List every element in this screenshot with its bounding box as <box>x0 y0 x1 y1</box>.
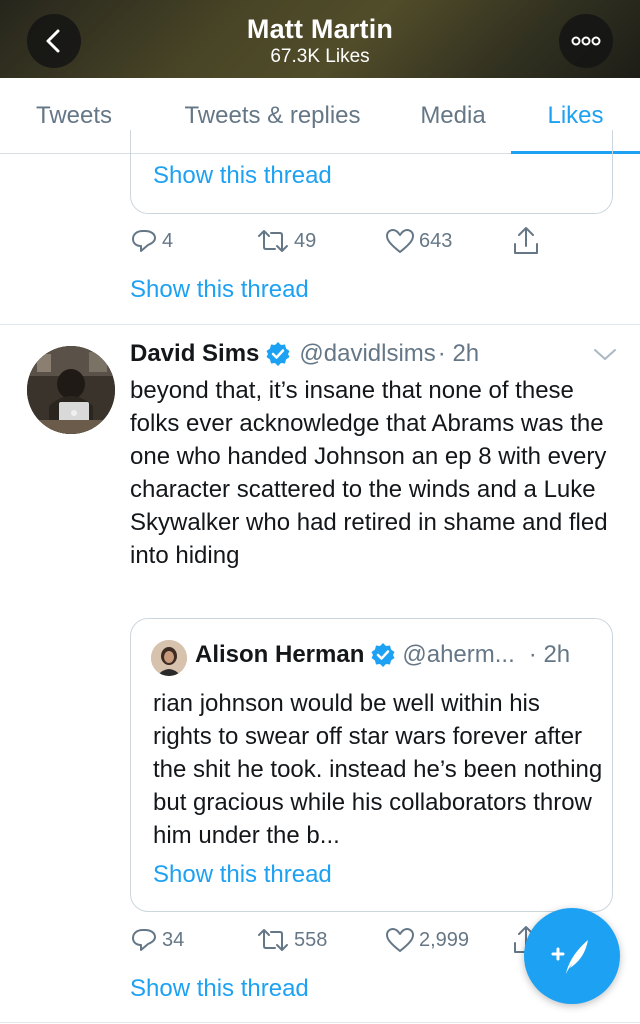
show-thread-link[interactable]: Show this thread <box>130 276 309 304</box>
reply-icon <box>132 230 156 252</box>
retweet-icon <box>258 929 288 951</box>
more-icon <box>571 36 601 46</box>
quote-author-name: Alison Herman <box>195 641 365 668</box>
quote-avatar-photo <box>151 640 187 676</box>
like-button[interactable]: 643 <box>385 228 452 254</box>
reply-count: 34 <box>162 928 185 951</box>
retweet-button[interactable]: 558 <box>256 927 327 953</box>
more-button[interactable] <box>559 14 613 68</box>
like-icon <box>386 229 414 253</box>
tweet-text: beyond that, it’s insane that none of th… <box>130 377 608 569</box>
compose-tweet-button[interactable] <box>524 908 620 1004</box>
quote-show-thread-link[interactable]: Show this thread <box>153 162 332 190</box>
quote-author-handle: @aherm... <box>402 641 515 668</box>
quote-show-thread-link[interactable]: Show this thread <box>153 861 332 889</box>
quote-text: rian johnson would be well within his ri… <box>153 690 603 849</box>
show-thread-link[interactable]: Show this thread <box>130 975 309 1003</box>
reply-button[interactable]: 34 <box>130 927 184 953</box>
reply-icon <box>132 929 156 951</box>
tab-tweets[interactable]: Tweets <box>0 78 148 154</box>
quoted-tweet-card[interactable]: Alison Herman @aherm... · 2h rian johnso… <box>130 618 613 912</box>
profile-name: Matt Martin <box>246 14 394 44</box>
share-icon <box>514 227 538 254</box>
profile-header: Matt Martin 67.3K Likes <box>0 0 640 78</box>
like-icon <box>386 928 414 952</box>
tweet-time: · 2h <box>437 340 480 367</box>
quote-time: · 2h <box>528 641 571 668</box>
retweet-count: 558 <box>294 928 328 951</box>
compose-icon <box>551 940 588 974</box>
like-count: 643 <box>419 229 453 252</box>
avatar[interactable] <box>27 346 115 434</box>
quote-header: Alison Herman @aherm... · 2h <box>195 641 570 669</box>
tweet-divider <box>0 324 640 325</box>
chevron-down-icon[interactable] <box>592 346 618 364</box>
retweet-button[interactable]: 49 <box>256 228 316 254</box>
like-count: 2,999 <box>419 928 470 951</box>
share-button[interactable] <box>512 226 544 256</box>
retweet-icon <box>258 230 288 252</box>
quote-avatar <box>151 640 187 676</box>
tweet-header: David Sims @davidlsims · 2h <box>130 340 479 368</box>
reply-button[interactable]: 4 <box>130 228 173 254</box>
avatar-photo <box>27 346 115 434</box>
reply-count: 4 <box>162 229 174 252</box>
likes-count: 67.3K Likes <box>270 46 370 67</box>
verified-icon <box>266 342 290 366</box>
like-button[interactable]: 2,999 <box>385 927 469 953</box>
author-handle[interactable]: @davidlsims <box>299 340 435 368</box>
author-name[interactable]: David Sims <box>130 340 259 368</box>
verified-icon <box>371 643 395 667</box>
tweet-divider <box>0 1022 640 1023</box>
retweet-count: 49 <box>294 229 317 252</box>
quoted-tweet-card[interactable]: Show this thread <box>130 130 613 214</box>
